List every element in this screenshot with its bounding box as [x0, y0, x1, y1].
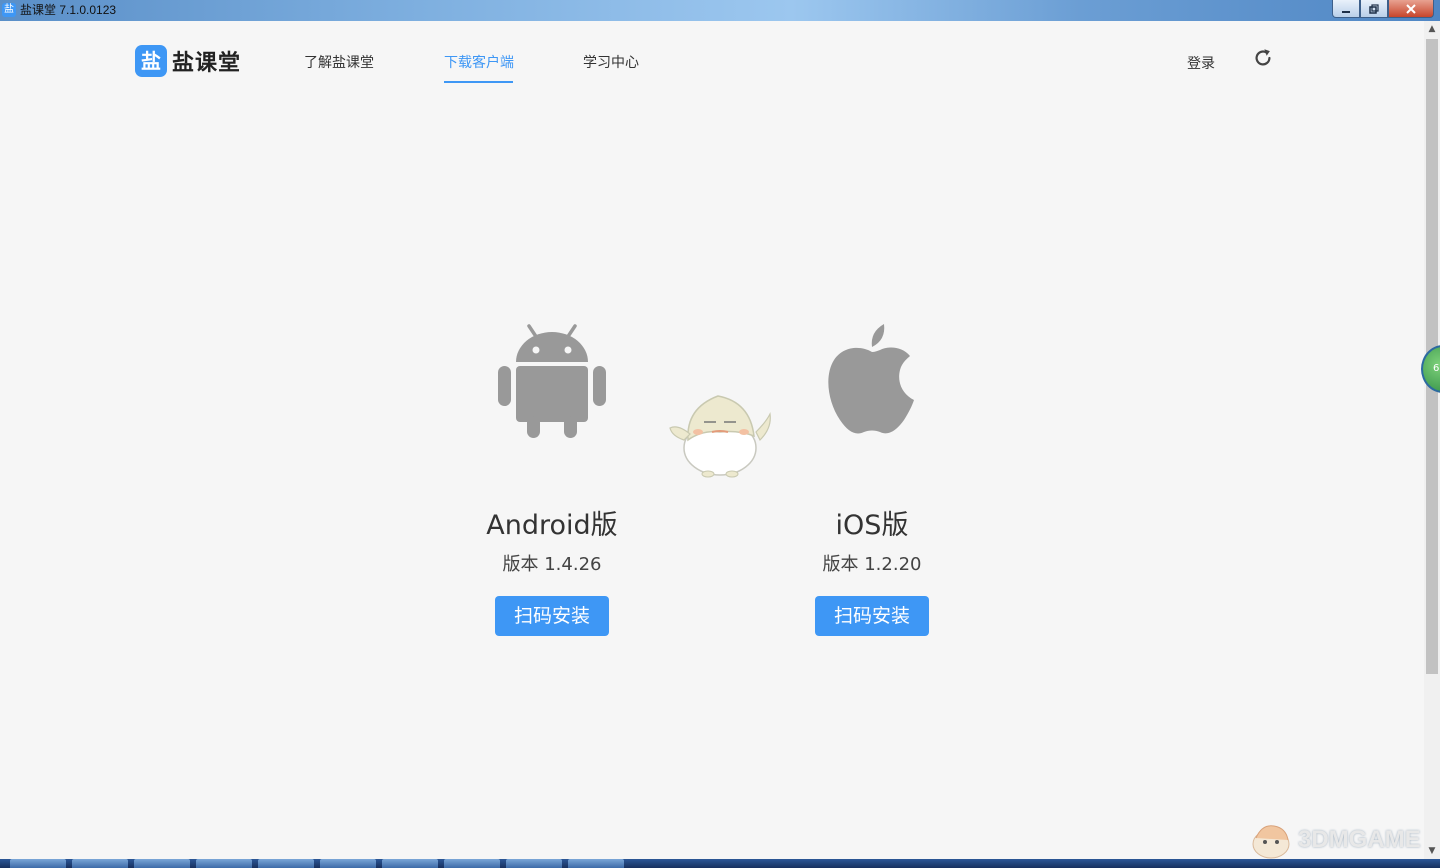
minimize-icon [1342, 10, 1350, 13]
vertical-scrollbar[interactable]: ▲ ▼ [1424, 21, 1440, 859]
scroll-down-arrow-icon[interactable]: ▼ [1424, 843, 1440, 859]
window-title-bar: 盐 盐课堂 7.1.0.0123 [0, 0, 1440, 21]
ios-scan-install-button[interactable]: 扫码安装 [815, 596, 929, 636]
os-taskbar [0, 859, 1440, 868]
login-link[interactable]: 登录 [1187, 53, 1215, 73]
android-title: Android版 [486, 510, 618, 541]
android-download-card: Android版 版本 1.4.26 扫码安装 [442, 320, 662, 636]
mascot-image [669, 395, 771, 478]
android-scan-install-button[interactable]: 扫码安装 [495, 596, 609, 636]
taskbar-item[interactable] [568, 859, 624, 868]
android-icon [498, 324, 606, 438]
app-icon: 盐 [2, 3, 16, 17]
ios-title: iOS版 [835, 510, 909, 541]
window-title: 盐课堂 7.1.0.0123 [20, 3, 117, 17]
scroll-up-arrow-icon[interactable]: ▲ [1424, 21, 1440, 37]
taskbar-item[interactable] [72, 859, 128, 868]
refresh-icon[interactable] [1252, 47, 1274, 69]
watermark-mascot-icon [1252, 825, 1290, 859]
taskbar-item[interactable] [196, 859, 252, 868]
taskbar-item[interactable] [382, 859, 438, 868]
watermark: 3DMGAME [1248, 818, 1421, 862]
taskbar-item[interactable] [444, 859, 500, 868]
close-button[interactable] [1388, 0, 1434, 18]
nav-download[interactable]: 下载客户端 [444, 52, 514, 72]
minimize-button[interactable] [1332, 0, 1360, 18]
taskbar-item[interactable] [258, 859, 314, 868]
maximize-button[interactable] [1360, 0, 1388, 18]
android-version: 版本 1.4.26 [502, 554, 602, 575]
logo-mark-icon: 盐 [135, 45, 167, 77]
taskbar-item[interactable] [506, 859, 562, 868]
taskbar-item[interactable] [320, 859, 376, 868]
watermark-text: 3DMGAME [1298, 826, 1421, 853]
window-controls [1332, 0, 1434, 18]
logo-text: 盐课堂 [172, 51, 242, 76]
ios-download-card: iOS版 版本 1.2.20 扫码安装 [762, 320, 982, 636]
logo[interactable]: 盐 盐课堂 [135, 45, 241, 77]
nav-active-underline [444, 81, 513, 83]
site-header: 盐 盐课堂 了解盐课堂 下载客户端 学习中心 登录 [0, 21, 1424, 101]
apple-icon [828, 324, 914, 434]
ios-version: 版本 1.2.20 [822, 554, 922, 575]
taskbar-item[interactable] [134, 859, 190, 868]
taskbar-item[interactable] [10, 859, 66, 868]
restore-icon [1369, 3, 1379, 14]
nav-about[interactable]: 了解盐课堂 [304, 52, 374, 72]
nav-learning-center[interactable]: 学习中心 [583, 52, 639, 72]
close-icon [1406, 3, 1416, 14]
